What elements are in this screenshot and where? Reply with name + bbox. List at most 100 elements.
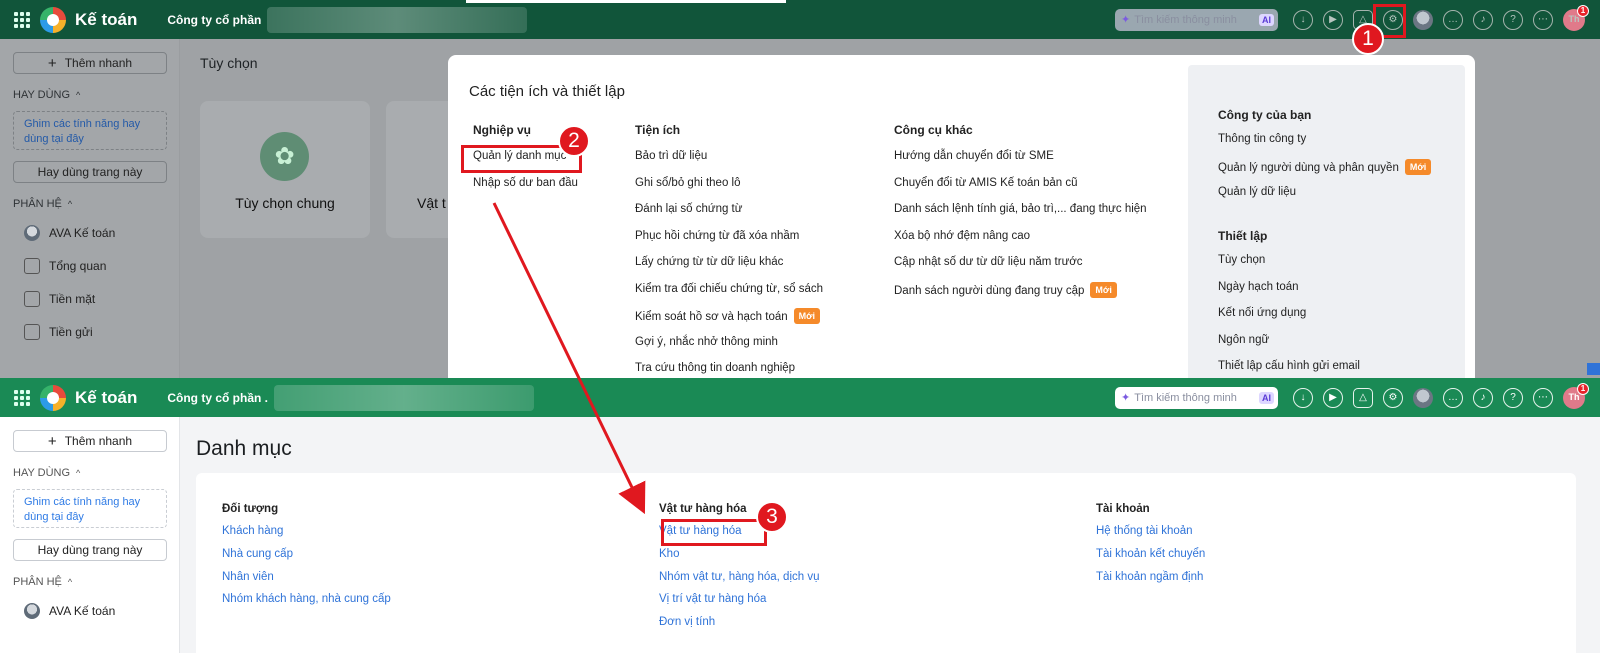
smart-search-input[interactable]: ✦ Tìm kiếm thông minh AI — [1115, 386, 1278, 409]
frequent-section-header[interactable]: HAY DÙNG ^ — [13, 89, 179, 101]
step-marker-2: 2 — [558, 125, 590, 157]
sparkle-search-icon: ✦ — [1121, 14, 1131, 26]
catalog-link[interactable]: Tài khoản kết chuyển — [1096, 547, 1205, 570]
smart-search-input[interactable]: ✦ Tìm kiếm thông minh AI — [1115, 8, 1278, 31]
menu-item[interactable]: Quản lý dữ liệu — [1218, 185, 1431, 212]
app-grid-icon[interactable] — [14, 11, 30, 28]
settings-gear-icon[interactable]: ⚙ — [1383, 387, 1403, 408]
dashboard-icon — [24, 257, 40, 274]
menu-item[interactable]: Tùy chọn — [1218, 253, 1360, 280]
catalog-card: Đối tượng Khách hàng Nhà cung cấp Nhân v… — [196, 473, 1576, 653]
quick-add-button[interactable]: + Thêm nhanh — [13, 430, 167, 452]
catalog-link[interactable]: Nhà cung cấp — [222, 547, 391, 570]
app-name: Kế toán — [75, 9, 138, 29]
menu-item-user-permissions[interactable]: Quản lý người dùng và phân quyền Mới — [1218, 158, 1432, 186]
play-icon[interactable]: ▶ — [1323, 387, 1343, 408]
menu-item[interactable]: Chuyển đổi từ AMIS Kế toán bản cũ — [894, 176, 1147, 203]
download-icon[interactable]: ↓ — [1293, 387, 1313, 408]
catalog-link[interactable]: Kho — [659, 547, 819, 570]
menu-item[interactable]: Thông tin công ty — [1218, 132, 1431, 159]
catalog-page: Danh mục Đối tượng Khách hàng Nhà cung c… — [181, 417, 1600, 653]
catalog-link[interactable]: Nhân viên — [222, 570, 391, 593]
modules-section-header[interactable]: PHÂN HỆ ^ — [13, 576, 179, 588]
menu-item[interactable]: Ghi sổ/bỏ ghi theo lô — [635, 176, 823, 203]
catalog-link[interactable]: Tài khoản ngầm định — [1096, 570, 1205, 593]
sidebar-item-ava[interactable]: AVA Kế toán — [24, 600, 179, 621]
menu-item-opening-balance[interactable]: Nhập số dư ban đầu — [473, 176, 578, 203]
catalog-link[interactable]: Khách hàng — [222, 524, 391, 547]
menu-item-active-users[interactable]: Danh sách người dùng đang truy cập Mới — [894, 281, 1147, 309]
menu-item-record-control[interactable]: Kiểm soát hồ sơ và hạch toán Mới — [635, 308, 823, 335]
quick-add-button[interactable]: + Thêm nhanh — [13, 52, 167, 74]
modules-section-label: PHÂN HỆ — [13, 198, 62, 210]
column-heading: Công cụ khác — [894, 123, 973, 137]
menu-item[interactable]: Ngôn ngữ — [1218, 333, 1360, 360]
company-name[interactable]: Công ty cổ phần — [167, 13, 261, 27]
quick-add-label: Thêm nhanh — [64, 56, 133, 70]
catalog-link[interactable]: Nhóm khách hàng, nhà cung cấp — [222, 592, 391, 615]
menu-item[interactable]: Bảo trì dữ liệu — [635, 149, 823, 176]
play-icon[interactable]: ▶ — [1323, 9, 1343, 30]
frequent-page-button[interactable]: Hay dùng trang này — [13, 161, 167, 183]
setup-group: Thiết lập Tùy chọn Ngày hạch toán Kết nố… — [1218, 229, 1360, 378]
notification-badge: 1 — [1577, 382, 1589, 395]
menu-item[interactable]: Thiết lập cấu hình gửi email — [1218, 359, 1360, 378]
menu-item[interactable]: Danh sách lệnh tính giá, bảo trì,... đan… — [894, 202, 1147, 229]
user-avatar[interactable]: Th 1 — [1563, 382, 1589, 409]
menu-item[interactable]: Cập nhật số dư từ dữ liệu năm trước — [894, 255, 1147, 282]
ava-avatar-icon[interactable] — [1413, 387, 1433, 408]
menu-item[interactable]: Tra cứu thông tin doanh nghiệp — [635, 361, 823, 378]
frequent-page-button[interactable]: Hay dùng trang này — [13, 539, 167, 561]
menu-item[interactable]: Gợi ý, nhắc nhở thông minh — [635, 335, 823, 362]
user-avatar[interactable]: Th 1 — [1563, 4, 1589, 31]
top-edge-highlight — [466, 0, 786, 3]
modules-section-label: PHÂN HỆ — [13, 576, 62, 588]
chat-icon[interactable]: … — [1443, 387, 1463, 408]
new-badge: Mới — [793, 308, 821, 324]
menu-item[interactable]: Phục hồi chứng từ đã xóa nhầm — [635, 229, 823, 256]
menu-item[interactable]: Kiểm tra đối chiếu chứng từ, sổ sách — [635, 282, 823, 309]
step-marker-3: 3 — [756, 501, 788, 533]
help-icon[interactable]: ? — [1503, 387, 1523, 408]
download-icon[interactable]: ↓ — [1293, 9, 1313, 30]
more-icon[interactable]: ⋯ — [1533, 9, 1553, 30]
menu-item[interactable]: Xóa bộ nhớ đệm nâng cao — [894, 229, 1147, 256]
more-icon[interactable]: ⋯ — [1533, 387, 1553, 408]
frequent-section-label: HAY DÙNG — [13, 89, 71, 101]
menu-item-label: Danh sách người dùng đang truy cập — [894, 284, 1085, 297]
utilities-settings-popup: Các tiện ích và thiết lập Nghiệp vụ Quản… — [448, 55, 1475, 378]
catalog-link[interactable]: Vị trí vật tư hàng hóa — [659, 592, 819, 615]
frequent-section-header[interactable]: HAY DÙNG ^ — [13, 467, 179, 479]
menu-item[interactable]: Hướng dẫn chuyển đổi từ SME — [894, 149, 1147, 176]
bell-icon[interactable]: ♪ — [1473, 9, 1493, 30]
page-title: Tùy chọn — [200, 55, 258, 71]
support-icon[interactable]: △ — [1353, 387, 1373, 408]
menu-item[interactable]: Lấy chứng từ từ dữ liệu khác — [635, 255, 823, 282]
company-name[interactable]: Công ty cổ phần . — [167, 391, 268, 405]
bank-icon — [24, 323, 40, 340]
group-heading: Thiết lập — [1218, 229, 1268, 243]
menu-item[interactable]: Ngày hạch toán — [1218, 280, 1360, 307]
modules-section-header[interactable]: PHÂN HỆ ^ — [13, 198, 179, 210]
top-screenshot: Kế toán Công ty cổ phần ✦ Tìm kiếm thông… — [0, 0, 1600, 378]
sidebar-item-ava[interactable]: AVA Kế toán — [24, 222, 179, 243]
sidebar-item-bank[interactable]: Tiền gửi — [24, 321, 179, 342]
app-name: Kế toán — [75, 387, 138, 407]
app-grid-icon[interactable] — [14, 389, 30, 406]
sidebar-item-overview[interactable]: Tổng quan — [24, 255, 179, 276]
bell-icon[interactable]: ♪ — [1473, 387, 1493, 408]
catalog-link[interactable]: Hệ thống tài khoản — [1096, 524, 1205, 547]
catalog-link[interactable]: Nhóm vật tư, hàng hóa, dịch vụ — [659, 570, 819, 593]
chat-icon[interactable]: … — [1443, 9, 1463, 30]
catalog-link[interactable]: Đơn vị tính — [659, 615, 819, 638]
menu-item[interactable]: Đánh lại số chứng từ — [635, 202, 823, 229]
app-logo — [40, 384, 66, 411]
menu-item-label: Kiểm soát hồ sơ và hạch toán — [635, 311, 788, 323]
help-icon[interactable]: ? — [1503, 9, 1523, 30]
ava-avatar-icon[interactable] — [1413, 9, 1433, 30]
sidebar-item-cash[interactable]: Tiền mặt — [24, 288, 179, 309]
menu-item[interactable]: Kết nối ứng dụng — [1218, 306, 1360, 333]
general-options-card[interactable]: ✿ Tùy chọn chung — [200, 101, 370, 238]
step-marker-1: 1 — [1352, 23, 1384, 55]
new-badge: Mới — [1404, 158, 1432, 175]
